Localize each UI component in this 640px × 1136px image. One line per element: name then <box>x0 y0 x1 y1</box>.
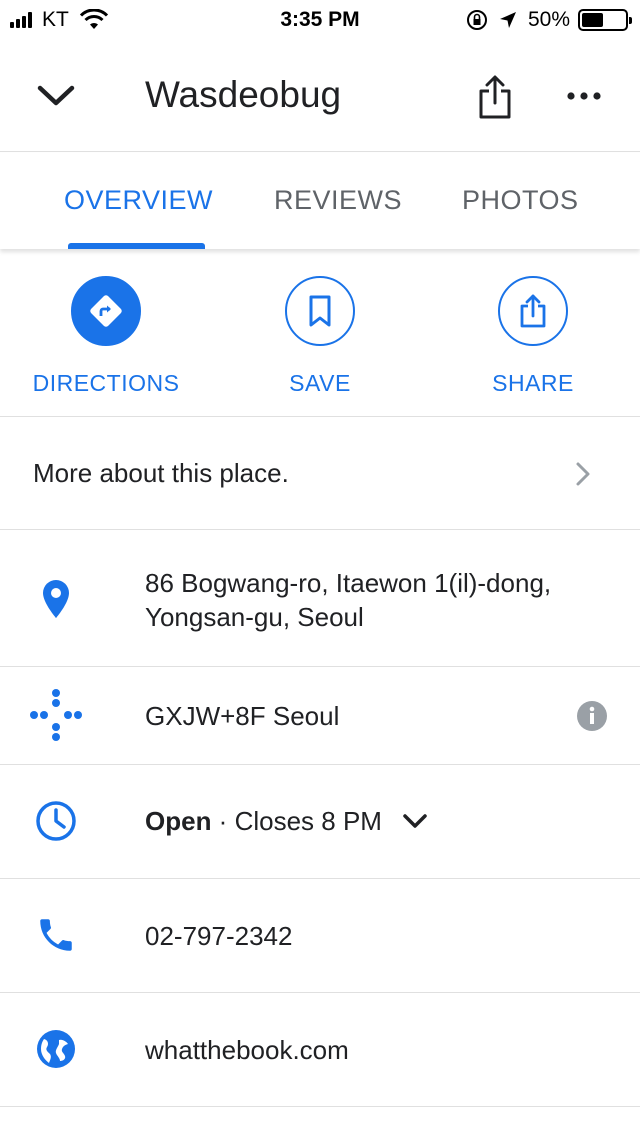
plus-code-text: GXJW+8F Seoul <box>145 701 340 731</box>
battery-fill <box>582 13 603 27</box>
more-about-row[interactable]: More about this place. <box>0 418 640 530</box>
directions-circle[interactable] <box>71 276 141 346</box>
hours-detail: Closes 8 PM <box>234 806 382 836</box>
orientation-lock-icon <box>466 10 487 30</box>
location-arrow-icon <box>499 12 516 28</box>
chevron-down-icon <box>37 85 75 106</box>
directions-label: DIRECTIONS <box>32 370 180 396</box>
directions-button[interactable]: DIRECTIONS <box>6 276 206 397</box>
address-line2: Yongsan-gu, Seoul <box>145 602 364 632</box>
tab-overview[interactable]: OVERVIEW <box>64 185 213 216</box>
more-horizontal-icon <box>567 92 601 100</box>
battery-icon <box>578 9 632 31</box>
share-button[interactable]: SHARE <box>433 276 633 397</box>
action-bar: DIRECTIONS SAVE SHARE <box>0 250 640 417</box>
share-circle[interactable] <box>498 276 568 346</box>
website-link[interactable]: whatthebook.com <box>145 1033 349 1067</box>
chevron-down-icon[interactable] <box>402 812 428 830</box>
place-header: Wasdeobug <box>0 40 640 152</box>
plus-code-row[interactable]: GXJW+8F Seoul <box>0 667 640 765</box>
chevron-right-icon <box>576 462 590 486</box>
battery-percent: 50% <box>527 8 570 31</box>
bookmark-icon <box>309 295 331 327</box>
share-label: SHARE <box>492 370 574 396</box>
hours-separator: · <box>211 806 235 836</box>
clock-icon <box>28 793 84 849</box>
place-title: Wasdeobug <box>145 74 342 115</box>
save-circle[interactable] <box>285 276 355 346</box>
globe-icon <box>28 1021 84 1077</box>
share-icon <box>520 294 546 328</box>
more-about-label: More about this place. <box>33 458 289 488</box>
save-button[interactable]: SAVE <box>220 276 420 397</box>
directions-icon <box>90 295 122 327</box>
status-right: 50% <box>466 8 632 32</box>
status-bar: KT 3:35 PM 50% <box>0 0 640 40</box>
hours-row[interactable]: Open · Closes 8 PM <box>0 765 640 879</box>
phone-number: 02-797-2342 <box>145 921 293 951</box>
address-text: 86 Bogwang-ro, Itaewon 1(il)-dong, Yongs… <box>145 566 551 634</box>
address-line1: 86 Bogwang-ro, Itaewon 1(il)-dong, <box>145 568 552 598</box>
phone-icon <box>28 907 84 963</box>
website-row[interactable]: whatthebook.com <box>0 993 640 1107</box>
more-options-button[interactable] <box>556 76 612 116</box>
tab-reviews[interactable]: REVIEWS <box>274 185 402 216</box>
share-header-button[interactable] <box>470 70 520 124</box>
tab-photos[interactable]: PHOTOS <box>462 185 579 216</box>
hours-status: Open <box>145 806 212 836</box>
info-icon[interactable] <box>576 700 608 732</box>
plus-code-icon <box>28 687 84 743</box>
tab-indicator <box>68 243 205 249</box>
tab-bar: OVERVIEW REVIEWS PHOTOS <box>0 153 640 249</box>
collapse-button[interactable] <box>30 74 82 118</box>
address-row[interactable]: 86 Bogwang-ro, Itaewon 1(il)-dong, Yongs… <box>0 531 640 667</box>
hours-text: Open · Closes 8 PM <box>145 804 428 838</box>
share-icon <box>479 75 511 119</box>
location-pin-icon <box>28 571 84 627</box>
phone-row[interactable]: 02-797-2342 <box>0 879 640 993</box>
save-label: SAVE <box>289 370 351 396</box>
